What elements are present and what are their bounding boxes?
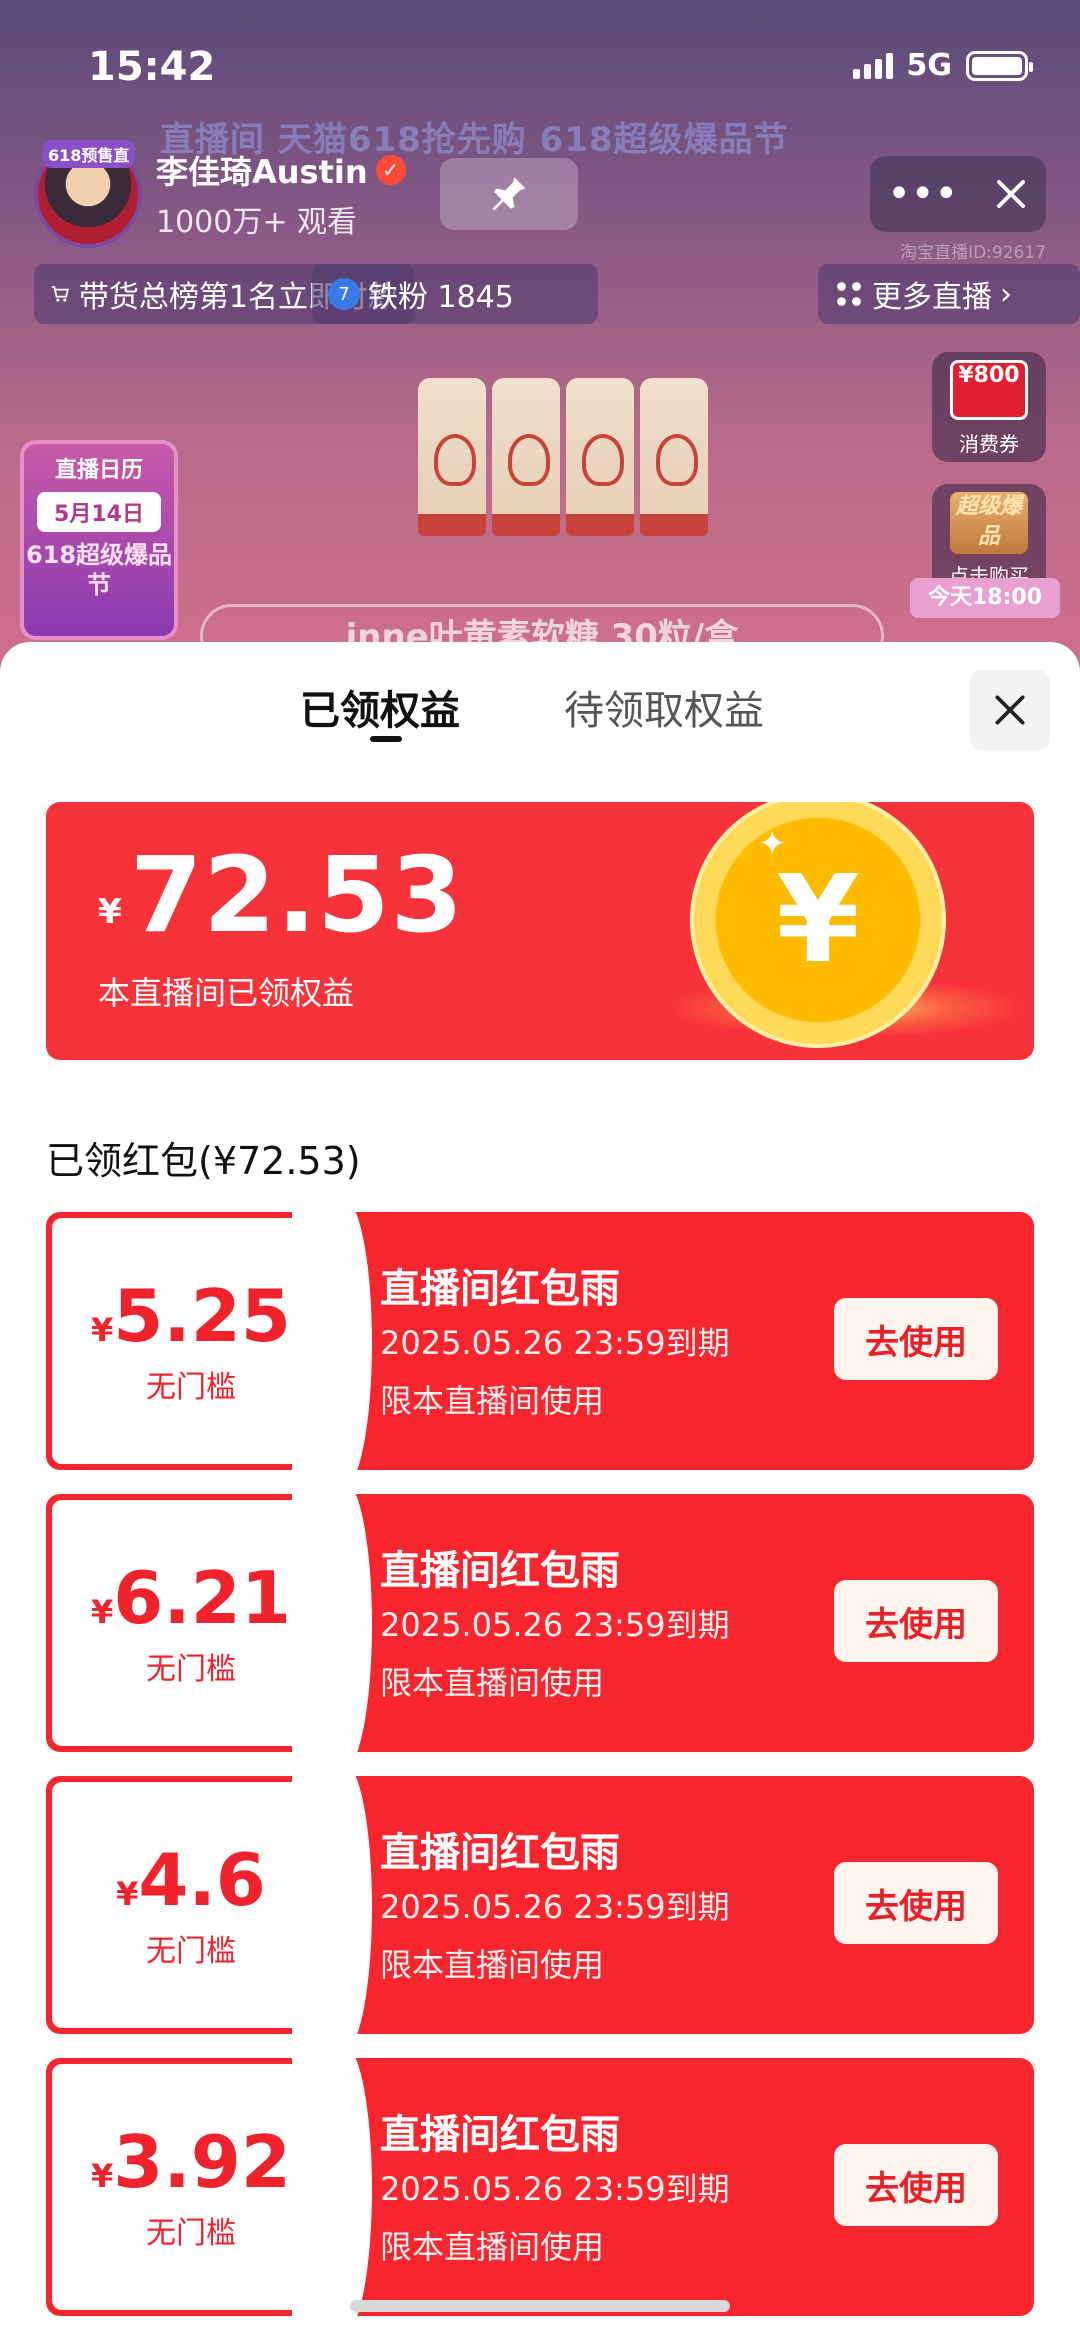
fans-chip[interactable]: 7 铁粉 1845 xyxy=(312,264,598,324)
status-bar-right: 5G xyxy=(852,48,1033,83)
host-profile[interactable]: 618预售直 李佳琦Austin ✓ 1000万+ 观看 xyxy=(34,140,406,248)
verified-icon: ✓ xyxy=(375,155,406,185)
use-coupon-button[interactable]: 去使用 xyxy=(834,1580,998,1662)
coupon-currency: ¥ xyxy=(91,1311,114,1349)
host-name: 李佳琦Austin xyxy=(156,153,368,191)
coupon-amount: 6.21 xyxy=(113,1556,291,1640)
coupon-scope: 限本直播间使用 xyxy=(380,2228,605,2266)
voucher-amount: ¥800 xyxy=(950,360,1028,420)
voucher-widget[interactable]: ¥800 消费券 xyxy=(932,352,1046,462)
coupon-value: ¥5.25 xyxy=(46,1274,336,1358)
coupon-amount: 5.25 xyxy=(113,1274,291,1358)
section-title: 已领红包(¥72.53) xyxy=(46,1139,361,1183)
product-box xyxy=(418,378,486,536)
coupon-threshold: 无门槛 xyxy=(146,2216,236,2251)
super-deal-badge: 超级爆品 xyxy=(950,492,1028,554)
coupon-value: ¥6.21 xyxy=(46,1556,336,1640)
active-tab-indicator xyxy=(370,736,402,742)
coupon-value: ¥3.92 xyxy=(46,2120,336,2204)
summary-amount: 72.53 xyxy=(130,834,464,956)
room-id: 淘宝直播ID:92617 xyxy=(900,243,1046,263)
coupon-amount: 3.92 xyxy=(113,2120,291,2204)
calendar-title: 直播日历 xyxy=(54,458,143,483)
avatar[interactable]: 618预售直 xyxy=(34,140,142,248)
live-stream-background: 15:42 5G 直播间 天猫618抢先购 618超级爆品节 618预售直 李佳… xyxy=(0,0,1080,680)
coupon-expiry: 2025.05.26 23:59到期 xyxy=(380,2170,730,2208)
use-coupon-button[interactable]: 去使用 xyxy=(834,1862,998,1944)
coupon-currency: ¥ xyxy=(116,1875,139,1913)
more-icon[interactable]: ••• xyxy=(887,171,958,217)
coupon-card: ¥5.25 无门槛 直播间红包雨 2025.05.26 23:59到期 限本直播… xyxy=(46,1212,1034,1470)
coupon-title: 直播间红包雨 xyxy=(380,1548,620,1594)
tab-pending[interactable]: 待领取权益 xyxy=(564,678,764,736)
coupon-threshold: 无门槛 xyxy=(146,1934,236,1969)
use-coupon-button[interactable]: 去使用 xyxy=(834,1298,998,1380)
live-calendar-card[interactable]: 直播日历 5月14日 618超级爆品节 xyxy=(20,440,178,640)
coupon-value: ¥4.6 xyxy=(46,1838,336,1922)
product-display xyxy=(418,378,708,536)
benefit-tabs: 已领权益 待领取权益 xyxy=(0,678,1080,738)
coupon-card: ¥3.92 无门槛 直播间红包雨 2025.05.26 23:59到期 限本直播… xyxy=(46,2058,1034,2316)
avatar-badge: 618预售直 xyxy=(42,140,136,168)
coupon-scope: 限本直播间使用 xyxy=(380,1382,605,1420)
coupon-expiry: 2025.05.26 23:59到期 xyxy=(380,1324,730,1362)
summary-label: 本直播间已领权益 xyxy=(98,974,355,1012)
close-icon[interactable] xyxy=(993,176,1029,212)
coupon-scope: 限本直播间使用 xyxy=(380,1946,605,1984)
host-views: 1000万+ 观看 xyxy=(156,205,358,240)
status-time: 15:42 xyxy=(88,44,216,90)
more-close-group: ••• xyxy=(870,156,1046,232)
grid-icon xyxy=(837,282,861,306)
fans-level-badge: 7 xyxy=(328,278,360,310)
product-box xyxy=(492,378,560,536)
cart-icon xyxy=(51,286,69,302)
network-type: 5G xyxy=(906,48,953,83)
coupon-title: 直播间红包雨 xyxy=(380,2112,620,2158)
coupon-title: 直播间红包雨 xyxy=(380,1266,620,1312)
coupon-card: ¥6.21 无门槛 直播间红包雨 2025.05.26 23:59到期 限本直播… xyxy=(46,1494,1034,1752)
coupon-currency: ¥ xyxy=(91,1593,114,1631)
product-box xyxy=(566,378,634,536)
coupon-threshold: 无门槛 xyxy=(146,1370,236,1405)
pin-icon xyxy=(492,177,526,211)
pin-button[interactable] xyxy=(440,158,578,230)
battery-icon xyxy=(966,50,1033,81)
yen-coin-icon: ¥ xyxy=(690,802,946,1048)
chevron-right-icon: › xyxy=(1000,276,1012,312)
host-name-row: 李佳琦Austin ✓ xyxy=(156,147,406,193)
summary-currency: ¥ xyxy=(98,892,122,932)
sparkle-icon: ✦ xyxy=(758,824,787,864)
tab-claimed[interactable]: 已领权益 xyxy=(300,678,460,736)
coupon-card: ¥4.6 无门槛 直播间红包雨 2025.05.26 23:59到期 限本直播间… xyxy=(46,1776,1034,2034)
use-coupon-button[interactable]: 去使用 xyxy=(834,2144,998,2226)
coupon-scope: 限本直播间使用 xyxy=(380,1664,605,1702)
more-live-text: 更多直播 xyxy=(872,280,992,315)
coupon-amount: 4.6 xyxy=(138,1838,266,1922)
sheet-close-button[interactable] xyxy=(970,670,1050,750)
fans-text: 铁粉 1845 xyxy=(368,280,514,315)
benefits-sheet: 已领权益 待领取权益 ¥ 72.53 本直播间已领权益 ¥ ✦ 已领红包(¥72… xyxy=(0,642,1080,2337)
coupon-title: 直播间红包雨 xyxy=(380,1830,620,1876)
coupon-currency: ¥ xyxy=(91,2157,114,2195)
coupon-threshold: 无门槛 xyxy=(146,1652,236,1687)
home-indicator[interactable] xyxy=(350,2300,730,2312)
product-box xyxy=(640,378,708,536)
voucher-label: 消费券 xyxy=(959,432,1019,456)
coupon-expiry: 2025.05.26 23:59到期 xyxy=(380,1606,730,1644)
today-time: 今天18:00 xyxy=(910,578,1060,618)
more-live-chip[interactable]: 更多直播 › xyxy=(818,264,1080,324)
coupon-expiry: 2025.05.26 23:59到期 xyxy=(380,1888,730,1926)
calendar-date: 5月14日 xyxy=(37,492,161,532)
calendar-event: 618超级爆品节 xyxy=(25,541,173,599)
signal-icon xyxy=(852,52,893,79)
benefit-summary-card: ¥ 72.53 本直播间已领权益 ¥ ✦ xyxy=(46,802,1034,1060)
close-icon xyxy=(995,695,1025,725)
